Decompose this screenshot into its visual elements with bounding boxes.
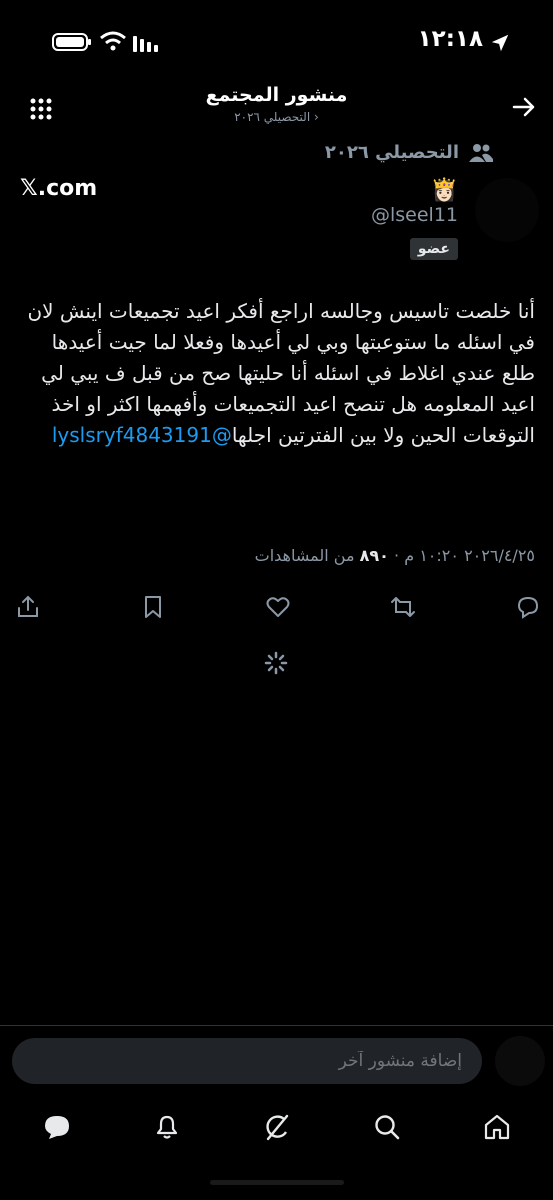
- post-meta: ٢٠٢٦/٤/٢٥ ١٠:٢٠ م · ٨٩٠ من المشاهدات: [255, 546, 535, 565]
- reply-icon[interactable]: [515, 594, 541, 620]
- reply-input[interactable]: [12, 1038, 482, 1084]
- battery-icon: [52, 33, 91, 51]
- mention-link[interactable]: @lyslsryf4843191: [52, 423, 232, 447]
- retweet-icon[interactable]: [390, 594, 416, 620]
- avatar[interactable]: [475, 178, 539, 242]
- location-arrow-icon: [491, 34, 509, 52]
- grok-icon[interactable]: [262, 1112, 292, 1142]
- people-icon: [469, 143, 493, 162]
- display-name-emoji: 👸🏻: [430, 178, 458, 203]
- community-name: التحصيلي ٢٠٢٦: [324, 142, 459, 163]
- header: منشور المجتمع التحصيلي ٢٠٢٦ ›: [0, 80, 553, 132]
- community-row[interactable]: التحصيلي ٢٠٢٦: [325, 142, 493, 163]
- wifi-icon: [100, 31, 126, 51]
- bottom-nav: [0, 1100, 553, 1160]
- divider: [0, 1025, 553, 1026]
- messages-icon[interactable]: [42, 1112, 72, 1142]
- source-label[interactable]: 𝕏.com: [20, 176, 97, 201]
- views-label: من المشاهدات: [254, 546, 355, 565]
- views-count: ٨٩٠: [359, 546, 389, 565]
- page-subtitle[interactable]: التحصيلي ٢٠٢٦ ›: [0, 110, 553, 124]
- bookmark-icon[interactable]: [140, 594, 166, 620]
- home-indicator: [210, 1180, 344, 1185]
- signal-icon: [133, 36, 158, 52]
- like-icon[interactable]: [265, 594, 291, 620]
- arrow-right-icon[interactable]: [511, 94, 537, 120]
- username[interactable]: @lseel11: [371, 204, 458, 226]
- post-date-time: ٢٠٢٦/٤/٢٥ ١٠:٢٠ م ·: [394, 546, 535, 565]
- status-time: ١٢:١٨: [417, 26, 483, 52]
- post-text: أنا خلصت تاسيس وجالسه اراجع أفكر اعيد تج…: [15, 296, 535, 451]
- search-icon[interactable]: [372, 1112, 402, 1142]
- composer-avatar: [495, 1036, 545, 1086]
- home-icon[interactable]: [482, 1112, 512, 1142]
- notifications-icon[interactable]: [152, 1112, 182, 1142]
- action-bar: [0, 594, 553, 624]
- member-badge: عضو: [409, 238, 458, 260]
- loading-spinner-icon: [264, 651, 288, 675]
- page-title: منشور المجتمع: [205, 84, 348, 106]
- share-icon[interactable]: [15, 594, 41, 620]
- status-bar: ١٢:١٨: [0, 0, 553, 80]
